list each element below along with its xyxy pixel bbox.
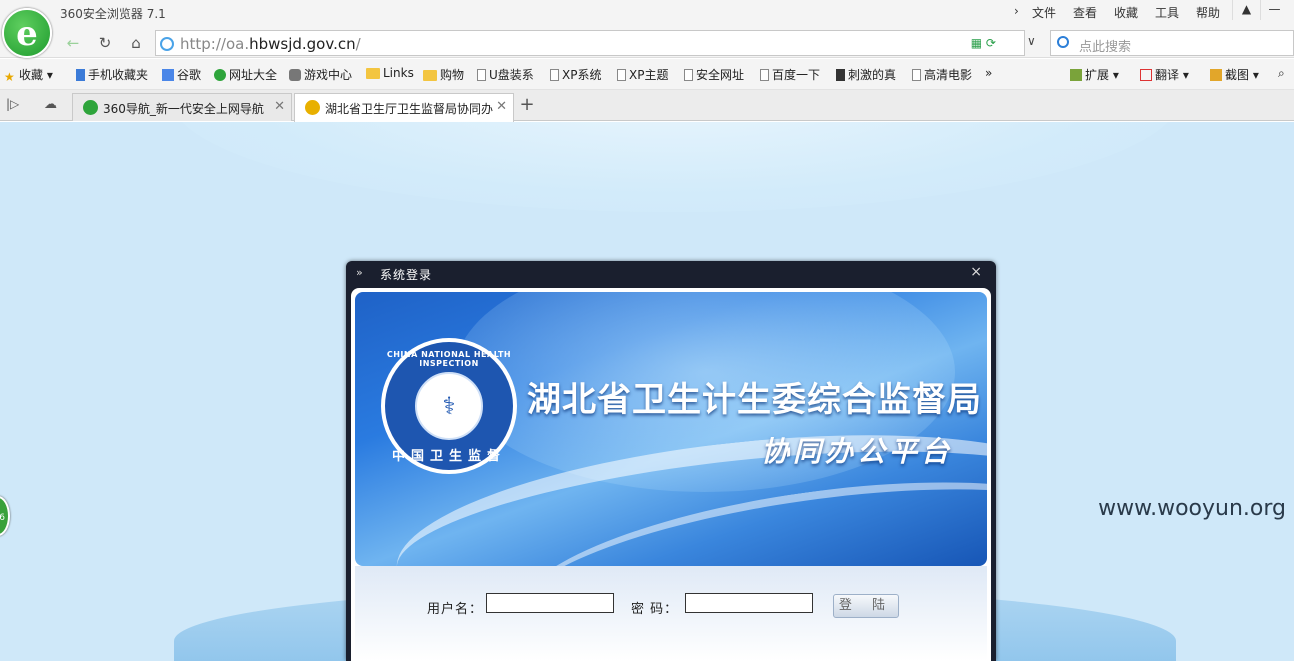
password-input[interactable] — [685, 593, 813, 613]
bookmark-thrill[interactable]: 刺激的真 — [836, 66, 896, 83]
browser-titlebar: 360安全浏览器 7.1 › 文件 查看 收藏 工具 帮助 ▲ — — [0, 0, 1294, 28]
password-label: 密 码： — [631, 602, 679, 617]
screenshot-button[interactable]: 截图 ▾ — [1210, 66, 1259, 83]
bookmark-xp-theme[interactable]: XP主题 — [617, 66, 668, 83]
page-icon — [550, 69, 559, 81]
new-tab-button[interactable]: + — [516, 95, 538, 117]
login-banner: CHINA NATIONAL HEALTH INSPECTION ⚕ 中国卫生监… — [355, 292, 987, 566]
star-icon: ★ — [4, 70, 15, 84]
menu-view[interactable]: 查看 — [1073, 4, 1097, 21]
360-nav-icon — [214, 69, 226, 81]
page-icon — [912, 69, 921, 81]
bookmark-safe-sites[interactable]: 安全网址 — [684, 66, 744, 83]
menu-favorites[interactable]: 收藏 — [1114, 4, 1138, 21]
bookmark-usb[interactable]: U盘装系 — [477, 66, 534, 83]
menu-help[interactable]: 帮助 — [1196, 4, 1220, 21]
favorites-button[interactable]: ★ 收藏 ▾ — [4, 66, 53, 84]
app-title: 360安全浏览器 7.1 — [60, 7, 166, 21]
bookmarks-more-button[interactable]: » — [985, 66, 992, 80]
360-nav-icon — [83, 100, 98, 115]
minimize-icon[interactable]: — — [1260, 0, 1288, 20]
globe-icon — [160, 37, 174, 51]
back-arrow-icon[interactable]: ← — [60, 31, 86, 55]
sidebar-toggle-icon[interactable]: |▷ — [6, 97, 19, 111]
dialog-body: CHINA NATIONAL HEALTH INSPECTION ⚕ 中国卫生监… — [351, 288, 991, 661]
organization-name: 湖北省卫生计生委综合监督局 — [527, 380, 982, 420]
floating-widget-icon[interactable]: 6 — [0, 496, 10, 536]
bookmark-icon — [836, 69, 845, 81]
google-icon — [162, 69, 174, 81]
shirt-icon[interactable]: ▲ — [1232, 0, 1260, 20]
translate-icon — [1140, 69, 1152, 81]
bookmarks-bar: ★ 收藏 ▾ 手机收藏夹 谷歌 网址大全 游戏中心 Links 购物 U盘装系 X… — [0, 59, 1294, 90]
extensions-button[interactable]: 扩展 ▾ — [1070, 66, 1119, 83]
refresh-icon[interactable]: ↻ — [92, 31, 118, 55]
username-input[interactable] — [486, 593, 614, 613]
bookmark-mobile[interactable]: 手机收藏夹 — [76, 66, 148, 83]
bookmark-sites[interactable]: 网址大全 — [214, 66, 277, 83]
page-icon — [684, 69, 693, 81]
double-chevron-icon: » — [356, 266, 363, 279]
health-inspection-emblem-icon: CHINA NATIONAL HEALTH INSPECTION ⚕ 中国卫生监… — [381, 338, 517, 474]
extensions-icon — [1070, 69, 1082, 81]
page-icon — [617, 69, 626, 81]
chevron-down-icon[interactable]: ∨ — [1027, 34, 1036, 48]
search-icon — [1057, 36, 1069, 48]
search-input[interactable]: 点此搜索 — [1050, 30, 1294, 56]
home-icon[interactable]: ⌂ — [123, 31, 149, 55]
cloud-icon[interactable]: ☁ — [44, 97, 57, 112]
platform-name: 协同办公平台 — [761, 435, 954, 468]
close-icon[interactable]: ✕ — [496, 99, 507, 114]
close-icon[interactable]: ✕ — [274, 99, 285, 114]
tab-title: 360导航_新一代安全上网导航 — [103, 102, 264, 116]
tab-title: 湖北省卫生厅卫生监督局协同办 — [325, 102, 494, 116]
login-button[interactable]: 登 陆 — [833, 594, 899, 618]
page-content: 6 » 系统登录 × CHINA NATIONAL HEALTH INSPECT… — [0, 122, 1294, 661]
translate-button[interactable]: 翻译 ▾ — [1140, 66, 1189, 83]
folder-icon — [366, 68, 380, 79]
page-icon — [477, 69, 486, 81]
gamepad-icon — [289, 69, 301, 81]
browser-logo-icon[interactable]: e — [2, 8, 52, 58]
bookmark-shopping[interactable]: 购物 — [423, 66, 464, 83]
tab-bar: |▷ ☁ 360导航_新一代安全上网导航 ✕ 湖北省卫生厅卫生监督局协同办 ✕ … — [0, 90, 1294, 122]
folder-icon — [423, 70, 437, 81]
bookmark-hd-movies[interactable]: 高清电影 — [912, 66, 972, 83]
page-icon — [760, 69, 769, 81]
url-text[interactable]: http://oa.hbwsjd.gov.cn/ — [180, 35, 361, 53]
address-toolbar: ← ↻ ⌂ http://oa.hbwsjd.gov.cn/ ▦ ⟳ ∨ 点此搜… — [0, 28, 1294, 58]
bookmark-google[interactable]: 谷歌 — [162, 66, 201, 83]
bookmark-links[interactable]: Links — [366, 66, 414, 80]
address-bar[interactable]: http://oa.hbwsjd.gov.cn/ ▦ ⟳ — [155, 30, 1025, 56]
menu-file[interactable]: 文件 — [1032, 4, 1056, 21]
background-arc — [170, 122, 1180, 212]
bookmark-xp-system[interactable]: XP系统 — [550, 66, 601, 83]
bookmark-baidu[interactable]: 百度一下 — [760, 66, 820, 83]
tab-hubei-oa[interactable]: 湖北省卫生厅卫生监督局协同办 ✕ — [294, 93, 514, 122]
tab-360-nav[interactable]: 360导航_新一代安全上网导航 ✕ — [72, 93, 292, 121]
close-icon[interactable]: × — [970, 264, 982, 280]
site-emblem-icon — [305, 100, 320, 115]
login-dialog: » 系统登录 × CHINA NATIONAL HEALTH INSPECTIO… — [346, 261, 996, 661]
bookmark-games[interactable]: 游戏中心 — [289, 66, 352, 83]
username-label: 用户名： — [427, 602, 484, 617]
login-form: 用户名： 密 码： 登 陆 — [355, 566, 987, 661]
chevron-right-icon[interactable]: › — [1014, 4, 1019, 18]
find-icon[interactable]: ⌕ — [1278, 66, 1285, 81]
search-placeholder: 点此搜索 — [1079, 40, 1132, 55]
qr-code-icon[interactable]: ▦ ⟳ — [971, 36, 996, 50]
scissors-icon — [1210, 69, 1222, 81]
phone-icon — [76, 69, 85, 81]
dialog-title: 系统登录 — [380, 268, 433, 282]
watermark: www.wooyun.org — [1098, 496, 1286, 521]
menu-tools[interactable]: 工具 — [1155, 4, 1179, 21]
